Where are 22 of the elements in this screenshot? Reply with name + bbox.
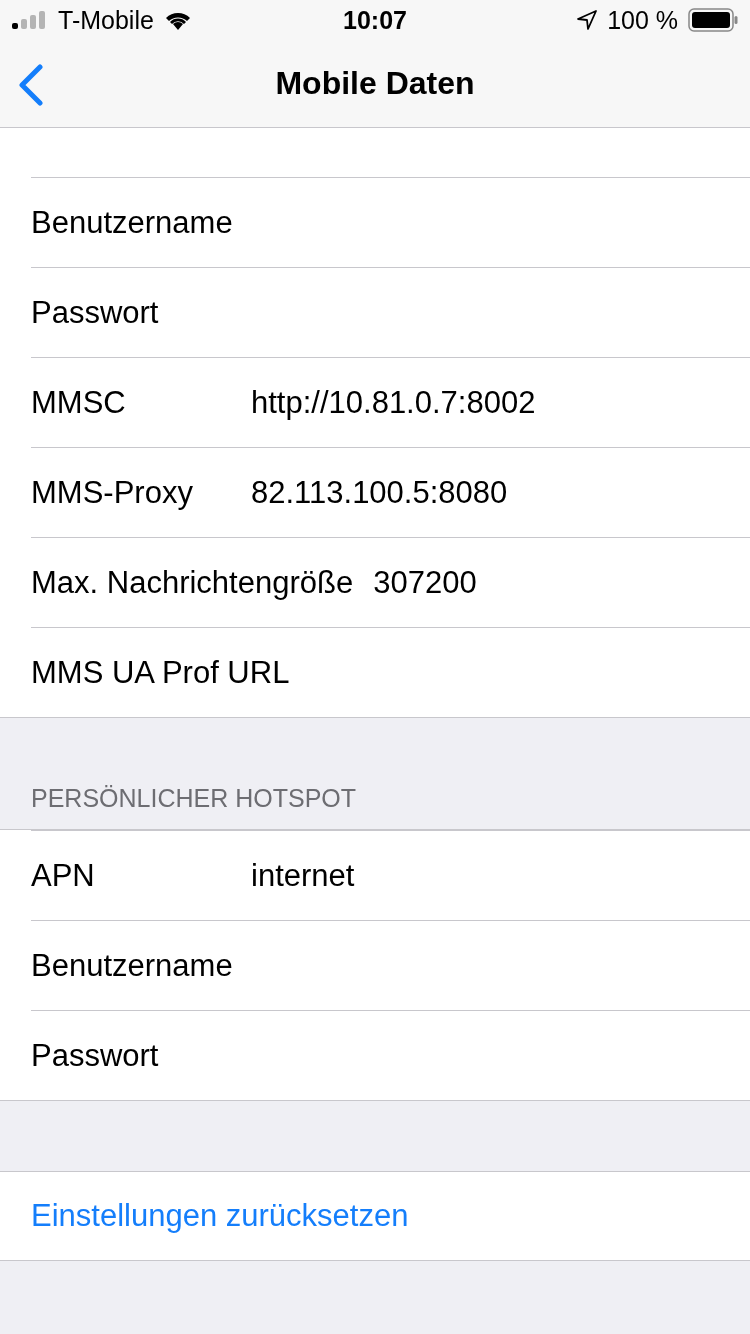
screen-title: Mobile Daten (275, 65, 475, 102)
clock-time: 10:07 (343, 5, 407, 35)
setting-label: Passwort (31, 1037, 160, 1074)
setting-value[interactable]: http://10.81.0.7:8002 (251, 384, 536, 421)
carrier-name: T-Mobile (58, 5, 154, 35)
setting-label: Max. Nachrichtengröße (31, 564, 354, 601)
signal-icon (12, 11, 48, 29)
setting-label: MMSC (31, 384, 127, 421)
setting-value[interactable]: 82.113.100.5:8080 (251, 474, 508, 511)
reset-settings-button[interactable]: Einstellungen zurücksetzen (0, 1172, 750, 1260)
setting-label: Passwort (31, 294, 160, 331)
setting-label: MMS-Proxy (31, 474, 194, 511)
setting-label: Benutzername (31, 204, 233, 241)
battery-icon (688, 8, 738, 32)
location-arrow-icon (577, 10, 598, 30)
setting-label: Benutzername (31, 947, 233, 984)
setting-label: APN (31, 857, 96, 894)
setting-value[interactable]: 307200 (373, 564, 477, 601)
setting-value[interactable]: internet (251, 857, 355, 894)
setting-label: MMS UA Prof URL (31, 654, 290, 691)
section-header: PERSÖNLICHER HOTSPOT (31, 784, 357, 813)
battery-percent: 100 % (607, 5, 678, 35)
